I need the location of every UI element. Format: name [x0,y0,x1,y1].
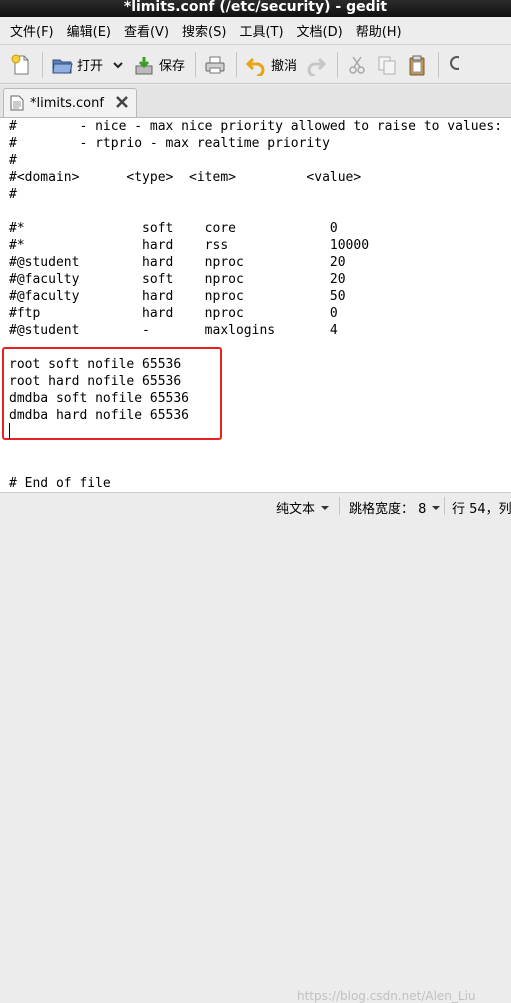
editor-line: # [9,153,17,168]
menu-tools[interactable]: 工具(T) [239,21,283,40]
undo-button[interactable]: 撤消 [245,54,297,76]
editor-line: #ftp hard nproc 0 [9,306,338,321]
window-title: *limits.conf (/etc/security) - gedit [0,0,511,17]
tab-label: *limits.conf [30,95,104,111]
save-label: 保存 [159,59,186,74]
printer-icon [205,56,225,73]
chevron-down-icon [321,505,330,510]
close-icon[interactable] [114,94,130,110]
tab-width-selector[interactable]: 跳格宽度： 8 [349,498,441,517]
status-separator [339,497,340,515]
open-button[interactable]: 打开 [51,54,103,76]
menu-file[interactable]: 文件(F) [10,21,54,40]
undo-icon [245,57,265,76]
toolbar: 打开 保存 撤消 [0,46,511,84]
toolbar-separator [195,51,197,78]
copy-icon [378,56,396,74]
toolbar-separator [337,51,339,78]
document-icon [10,95,24,111]
watermark: https://blog.csdn.net/Alen_Liu [297,989,476,1003]
tab-width-label: 跳格宽度： 8 [349,502,427,517]
status-separator [444,497,445,515]
save-icon [135,56,153,74]
menu-search[interactable]: 搜索(S) [182,21,226,40]
text-cursor [9,423,10,439]
menu-help[interactable]: 帮助(H) [356,21,402,40]
syntax-selector[interactable]: 纯文本 [276,498,330,517]
paste-button[interactable] [406,54,428,76]
toolbar-separator [438,51,440,78]
editor-line: #* hard rss 10000 [9,238,370,253]
editor-line: # - rtprio - max realtime priority [9,136,330,151]
chevron-down-icon [432,505,441,510]
recent-dropdown-button[interactable] [111,58,125,72]
syntax-label: 纯文本 [276,502,316,517]
menu-bar: 文件(F) 编辑(E) 查看(V) 搜索(S) 工具(T) 文档(D) 帮助(H… [0,17,511,45]
editor-line: #@student hard nproc 20 [9,255,346,270]
editor-line: #* soft core 0 [9,221,338,236]
tab-limits-conf[interactable]: *limits.conf [3,88,137,117]
redo-button[interactable] [305,54,327,76]
redo-icon [307,57,327,76]
folder-open-icon [52,59,73,73]
toolbar-separator [236,51,238,78]
menu-view[interactable]: 查看(V) [124,21,169,40]
editor-line: #@faculty hard nproc 50 [9,289,346,304]
save-button[interactable]: 保存 [133,54,185,76]
cut-button[interactable] [346,54,368,76]
cursor-position-label: 行 54，列 1 [452,502,511,517]
new-button[interactable] [10,54,32,76]
print-button[interactable] [204,54,226,76]
editor-line: #<domain> <type> <item> <value> [9,170,362,185]
search-icon [450,55,460,70]
copy-button[interactable] [376,54,398,76]
tab-bar: *limits.conf [0,85,511,117]
find-button[interactable] [447,54,460,76]
chevron-down-icon [113,61,123,68]
menu-documents[interactable]: 文档(D) [297,21,343,40]
editor-line: # [9,187,17,202]
scissors-icon [349,56,365,74]
open-label: 打开 [77,59,104,74]
editor-line: #@student - maxlogins 4 [9,323,338,338]
undo-label: 撤消 [271,59,298,74]
status-bar: https://blog.csdn.net/Alen_Liu 纯文本 跳格宽度：… [0,492,511,1003]
highlight-box [2,347,222,440]
new-document-icon [11,54,29,74]
editor-line: # - nice - max nice priority allowed to … [9,119,511,134]
menu-edit[interactable]: 编辑(E) [67,21,111,40]
editor-line: # End of file [9,476,111,491]
clipboard-icon [409,55,425,75]
cursor-position: 行 54，列 1 [452,498,511,517]
text-editor[interactable]: # - nice - max nice priority allowed to … [0,117,511,493]
editor-line: #@faculty soft nproc 20 [9,272,346,287]
toolbar-separator [42,51,43,78]
